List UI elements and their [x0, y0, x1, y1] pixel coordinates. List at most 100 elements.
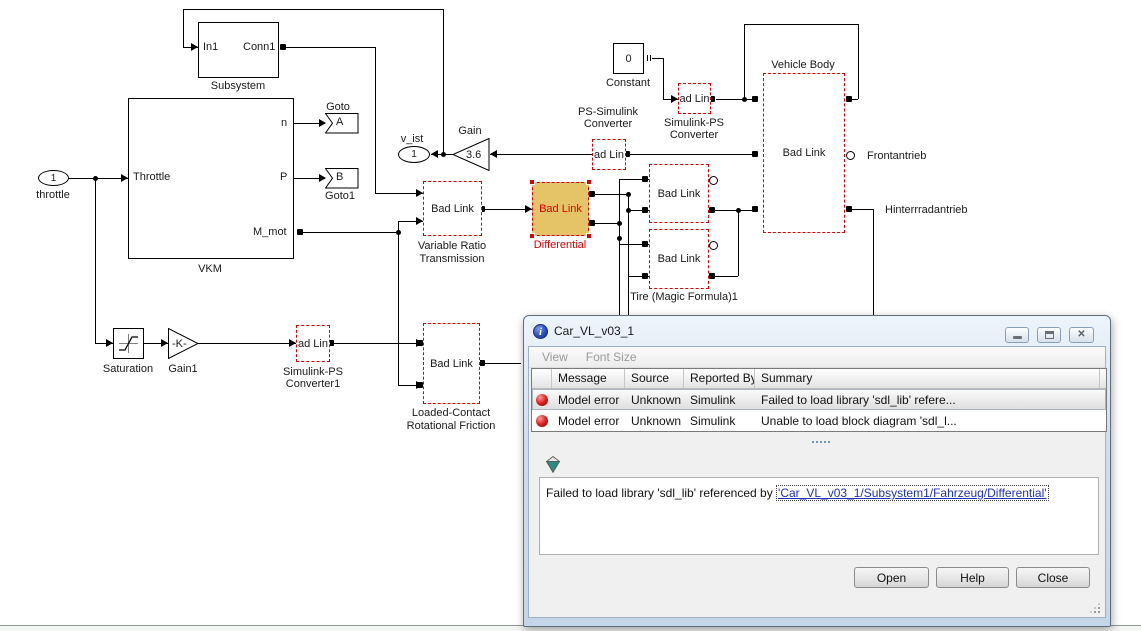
error-icon — [536, 394, 548, 406]
port-label: M_mot — [253, 226, 287, 238]
arrowhead — [121, 174, 128, 182]
wire[interactable] — [592, 194, 628, 195]
junction-dot — [736, 208, 741, 213]
block-label: Simulink-PS — [283, 366, 343, 378]
block-outport-v-ist[interactable]: 1 — [398, 146, 430, 163]
header-summary[interactable]: Summary — [755, 369, 1100, 388]
dialog-body: View Font Size Message Source Reported B… — [528, 346, 1106, 618]
block-label: Variable Ratio — [418, 240, 486, 252]
wire[interactable] — [744, 24, 745, 99]
wire[interactable] — [619, 179, 620, 315]
wire[interactable] — [183, 9, 184, 47]
block-variable-ratio-transmission[interactable]: Bad Link — [423, 181, 482, 236]
close-icon: ✕ — [1077, 330, 1085, 340]
block-simulink-ps-converter1[interactable]: ad Lin — [296, 325, 330, 362]
junction-dot — [441, 152, 446, 157]
block-inport-throttle[interactable]: 1 — [38, 170, 69, 186]
resize-grip[interactable] — [1098, 611, 1100, 613]
port-label: P — [280, 171, 287, 183]
port-label: In1 — [203, 41, 218, 53]
selection-handle[interactable] — [586, 179, 592, 185]
block-differential-selected[interactable]: Bad Link — [532, 182, 589, 236]
block-simulink-ps-converter[interactable]: ad Lin — [678, 83, 711, 114]
menu-font-size[interactable]: Font Size — [586, 350, 637, 364]
block-label: Vehicle Body — [771, 59, 835, 71]
header-source[interactable]: Source — [625, 369, 684, 388]
header-filler — [1100, 369, 1106, 388]
gain-value: 3.6 — [466, 149, 481, 161]
block-loaded-contact-rotational-friction[interactable]: Bad Link — [423, 323, 480, 404]
wire[interactable] — [744, 24, 858, 25]
block-label: Differential — [534, 239, 586, 251]
block-tire1[interactable]: Bad Link — [649, 164, 709, 223]
close-window-button[interactable]: ✕ — [1069, 327, 1094, 343]
junction-dot — [396, 230, 401, 235]
open-port — [709, 241, 718, 250]
port — [650, 55, 651, 61]
wire[interactable] — [300, 232, 398, 233]
splitter-handle[interactable] — [812, 441, 814, 443]
menu-view[interactable]: View — [542, 350, 568, 364]
port — [752, 151, 758, 157]
wire[interactable] — [68, 178, 128, 179]
block-label: Transmission — [420, 253, 485, 265]
table-row[interactable]: Model error Unknown Simulink Unable to l… — [532, 410, 1106, 431]
goto-tag: A — [336, 116, 343, 128]
block-constant[interactable]: 0 — [613, 43, 644, 74]
close-button[interactable]: Close — [1016, 567, 1090, 588]
wire[interactable] — [858, 24, 859, 99]
selection-handle[interactable] — [529, 179, 535, 185]
wire[interactable] — [849, 209, 873, 210]
wire[interactable] — [873, 209, 874, 315]
wire[interactable] — [712, 276, 738, 277]
block-label: VKM — [198, 263, 222, 275]
header-icon-col[interactable] — [532, 369, 552, 388]
open-port — [709, 176, 718, 185]
port — [647, 55, 648, 61]
arrowhead — [525, 205, 532, 213]
port — [752, 206, 758, 212]
detail-link[interactable]: 'Car_VL_v03_1/Subsystem1/Fahrzeug/Differ… — [776, 485, 1049, 501]
block-label: Rotational Friction — [407, 420, 496, 432]
wire[interactable] — [443, 9, 444, 154]
wire[interactable] — [333, 343, 423, 344]
wire[interactable] — [738, 210, 739, 276]
header-message[interactable]: Message — [552, 369, 625, 388]
wire[interactable] — [712, 210, 755, 211]
block-label: Saturation — [103, 363, 153, 375]
arrowhead — [671, 95, 678, 103]
minimize-button[interactable] — [1005, 327, 1029, 343]
port-label: Conn1 — [243, 41, 275, 53]
wire[interactable] — [183, 9, 443, 10]
wire[interactable] — [716, 99, 755, 100]
arrowhead — [161, 339, 168, 347]
port — [642, 176, 648, 182]
wire[interactable] — [592, 223, 619, 224]
port-label: n — [281, 117, 287, 129]
block-label: Gain1 — [168, 363, 197, 375]
wire[interactable] — [663, 58, 664, 99]
selection-handle[interactable] — [586, 233, 592, 239]
wire[interactable] — [652, 58, 663, 59]
block-tire2[interactable]: Bad Link — [649, 229, 709, 289]
open-button[interactable]: Open — [854, 567, 929, 588]
table-header-row: Message Source Reported By Summary — [532, 369, 1106, 389]
block-vehicle-body[interactable]: Bad Link — [763, 73, 845, 233]
table-row[interactable]: Model error Unknown Simulink Failed to l… — [532, 389, 1106, 410]
wire[interactable] — [283, 47, 375, 48]
wire[interactable] — [627, 154, 755, 155]
header-reported-by[interactable]: Reported By — [684, 369, 755, 388]
block-saturation[interactable] — [113, 328, 144, 359]
block-ps-simulink-converter[interactable]: ad Lin — [592, 139, 626, 170]
wire[interactable] — [490, 154, 592, 155]
maximize-icon — [1045, 331, 1054, 339]
help-button[interactable]: Help — [936, 567, 1009, 588]
wire[interactable] — [375, 47, 376, 193]
error-table: Message Source Reported By Summary Model… — [531, 368, 1107, 432]
maximize-button[interactable] — [1037, 327, 1061, 343]
junction-dot — [617, 236, 622, 241]
wire[interactable] — [198, 343, 296, 344]
wire[interactable] — [95, 178, 96, 343]
wire[interactable] — [398, 221, 399, 385]
wire[interactable] — [484, 363, 521, 364]
